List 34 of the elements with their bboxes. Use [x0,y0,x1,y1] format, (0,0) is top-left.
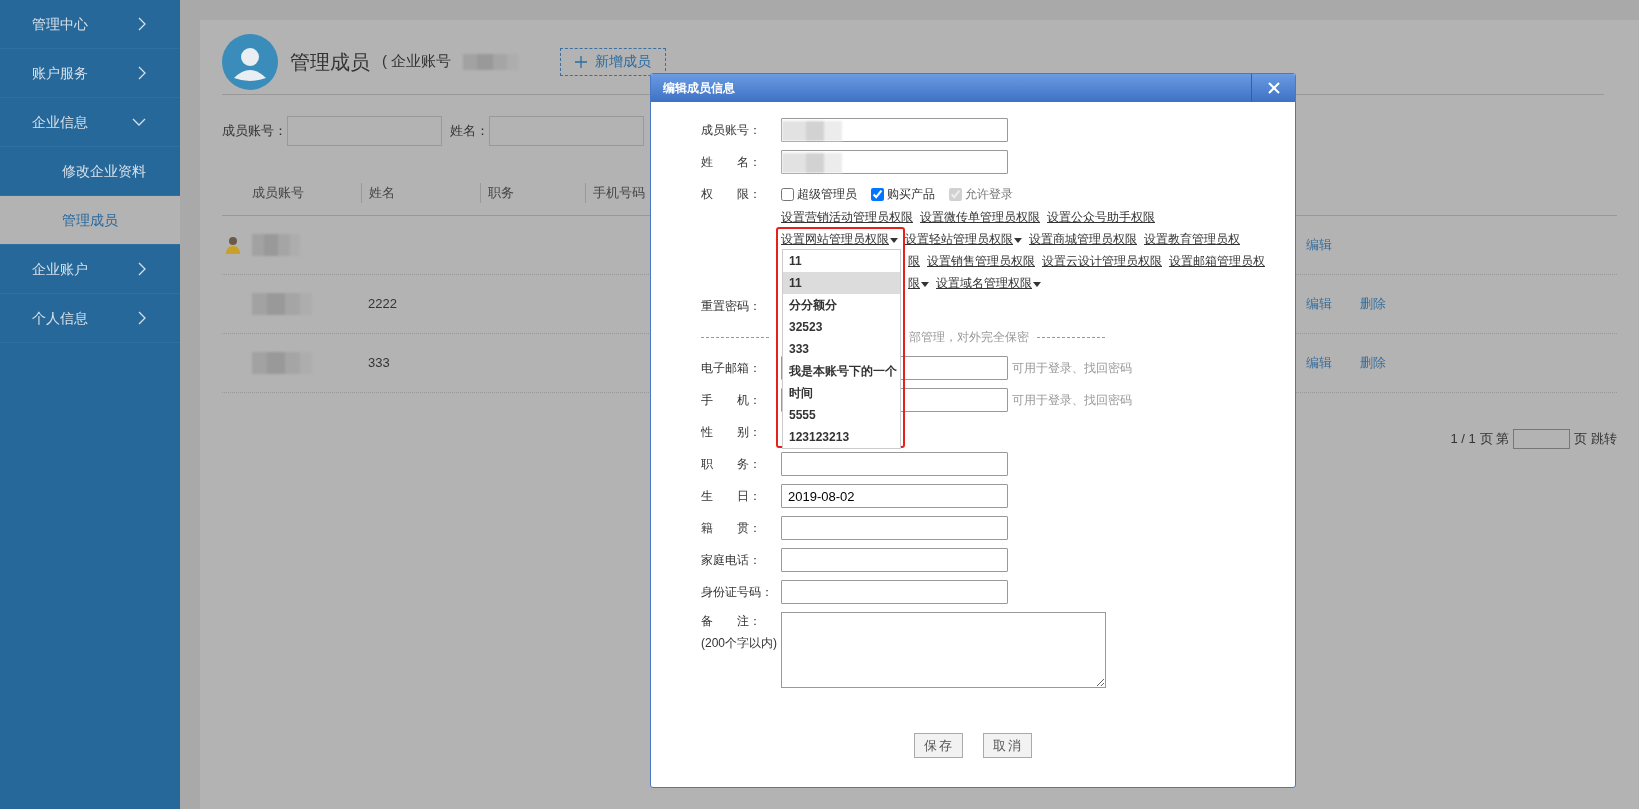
column-header: 姓名 [369,185,395,201]
field-label: 姓 名： [701,154,762,171]
field-label: 备 注： [701,613,762,630]
field-label: 权 限： [701,186,762,203]
help-text: 可用于登录、找回密码 [1012,392,1132,409]
checkbox-label: 允许登录 [965,186,1013,203]
page-label: 页 跳转 [1574,430,1617,449]
field-label: 职 务： [701,456,762,473]
dialog-title: 编辑成员信息 [663,80,735,97]
table-cell: 333 [368,355,390,371]
field-label: 成员账号： [701,122,762,139]
field-label: 性 别： [701,424,762,441]
filter-label: 成员账号： [222,122,287,141]
checkbox-label: 购买产品 [887,186,935,203]
column-header: 职务 [488,185,514,201]
field-hint: (200个字以内) [701,635,778,652]
field-label: 身份证号码： [701,584,774,601]
page-status: 1 / 1 [1450,430,1476,449]
field-label: 生 日： [701,488,762,505]
checkbox-label: 超级管理员 [797,186,857,203]
table-cell: 2222 [368,296,397,312]
column-header: 手机号码 [593,185,645,201]
field-label: 家庭电话： [701,552,762,569]
field-label: 电子邮箱： [701,360,762,377]
page-label: 页 第 [1479,430,1510,449]
filter-label: 姓名： [450,122,489,141]
page-title: 管理成员 [290,49,370,75]
column-header: 成员账号 [252,185,304,201]
note-text: 部管理，对外完全保密 [909,329,1029,346]
help-text: 可用于登录、找回密码 [1012,360,1132,377]
field-label: 籍 贯： [701,520,762,537]
field-label: 手 机： [701,392,762,409]
account-label: ( 企业账号 [382,51,452,72]
field-label: 重置密码： [701,298,762,315]
